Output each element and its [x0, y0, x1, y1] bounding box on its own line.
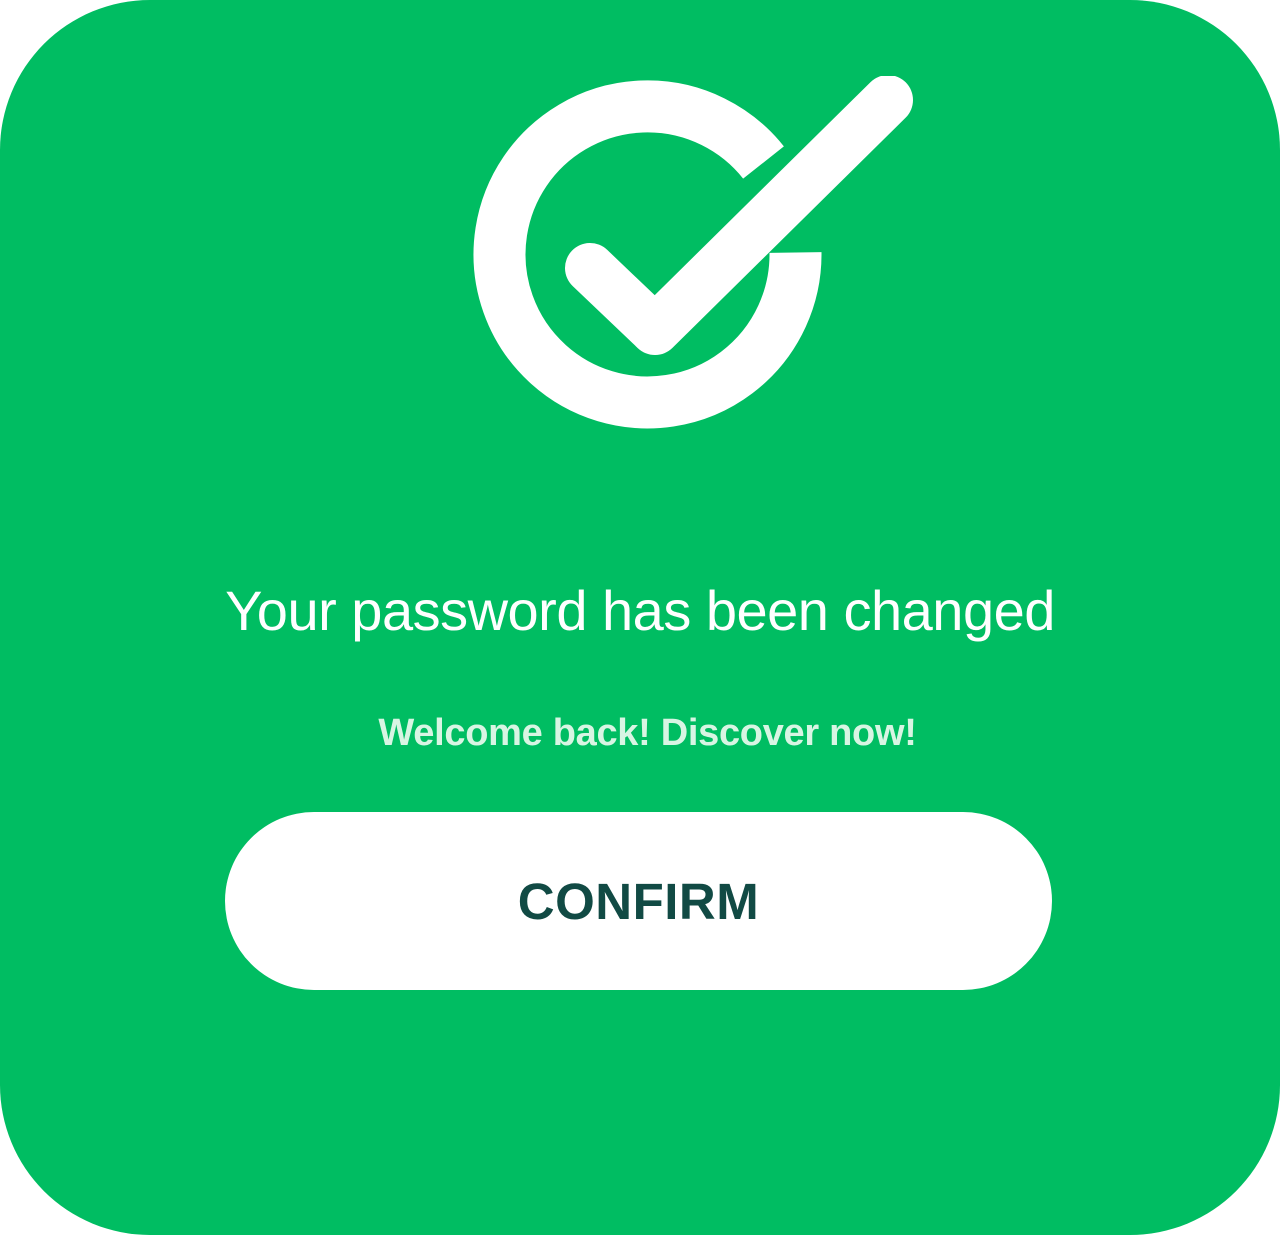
- confirm-button[interactable]: CONFIRM: [225, 812, 1052, 990]
- dialog-title: Your password has been changed: [225, 579, 1055, 642]
- dialog-subtitle: Welcome back! Discover now!: [378, 712, 917, 754]
- check-circle-icon: [470, 76, 914, 470]
- success-dialog: Your password has been changed Welcome b…: [0, 0, 1280, 1235]
- confirm-button-label: CONFIRM: [517, 872, 760, 930]
